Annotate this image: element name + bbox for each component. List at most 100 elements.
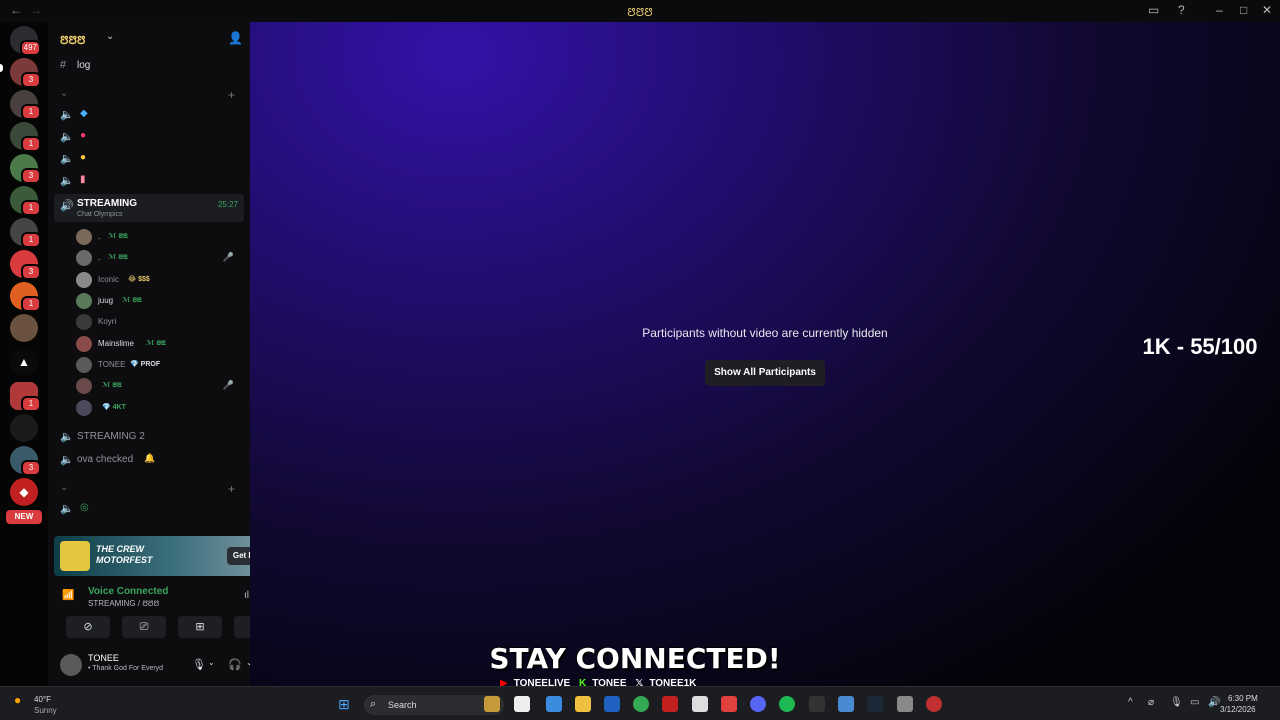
avatar [76,336,92,352]
taskbar-app-icon[interactable] [721,696,737,712]
headphones-icon[interactable]: 🎧 [228,658,242,671]
server-icon[interactable]: 1 [10,90,41,120]
voice-channel-label: STREAMING / ꢅꢅꢅ [88,599,160,608]
clock-time[interactable]: 6:30 PM [1228,694,1258,703]
taskbar-search[interactable]: ⌕ Search [364,695,504,715]
taskbar-app-icon[interactable] [838,696,854,712]
home-button[interactable]: 497 [10,26,41,56]
screen-share-icon[interactable]: ▭ [1148,3,1159,17]
server-icon[interactable]: 1 [10,218,41,248]
activities-icon: ⊞ [195,621,205,633]
channel-log[interactable]: # log [56,55,242,75]
server-icon[interactable]: 1 [10,382,41,412]
avatar[interactable] [60,654,82,676]
voice-channel[interactable]: 🔈 ◆ [56,104,242,124]
add-channel-icon[interactable]: + [228,482,235,496]
voice-member[interactable]: TONEE 💎 PROF [76,355,242,375]
mic-muted-icon: 🎤 [222,380,234,390]
volume-icon[interactable]: 🔊 [1208,697,1220,708]
voice-member[interactable]: Mainslime ℳ ꢂꢃ [76,334,242,354]
add-channel-icon[interactable]: + [228,88,235,102]
spotify-icon[interactable] [779,696,795,712]
category-collapse[interactable]: ⌄ [60,88,68,99]
voice-channel[interactable]: 🔈 ● [56,126,242,146]
screen-share-button[interactable]: ⎚ [122,616,166,638]
clock-date[interactable]: 3/12/2026 [1220,705,1256,714]
voice-channel-streaming[interactable]: 🔊 STREAMING Chat Olympics 25:27 [54,194,244,222]
voice-channel-streaming-2[interactable]: 🔈 STREAMING 2 [56,426,242,446]
category-collapse[interactable]: ⌄ [60,482,68,493]
mic-muted-icon: 🎤 [222,252,234,262]
server-icon[interactable]: 1 [10,122,41,152]
chrome-icon[interactable] [633,696,649,712]
display-icon[interactable]: ▭ [1190,697,1199,708]
voice-member[interactable]: juug ℳ ꢂꢃ [76,291,242,311]
voice-channel[interactable]: 🔈 ▮ [56,170,242,190]
chevron-down-icon[interactable]: ⌄ [208,658,215,667]
server-icon[interactable]: 1 [10,282,41,312]
windows-start-icon[interactable]: ⊞ [338,696,350,713]
settings-icon[interactable] [897,696,913,712]
diamond-icon: ◆ [80,108,88,119]
obs-icon[interactable] [926,696,942,712]
chevron-up-icon[interactable]: ^ [1128,697,1133,708]
taskbar-app-icon[interactable] [662,696,678,712]
weather-sun-icon[interactable]: ● [14,693,21,707]
server-icon[interactable] [10,314,38,342]
show-all-participants-button[interactable]: Show All Participants [705,360,825,386]
voice-member[interactable]: Koyri [76,312,242,332]
back-arrow-icon[interactable]: ← [10,3,22,17]
promo-brand: THE CREW MOTORFEST [96,544,153,565]
minimize-icon[interactable]: – [1216,3,1223,17]
voice-member[interactable]: Iconic 😂 $$$ [76,270,242,290]
help-icon[interactable]: ? [1178,3,1185,17]
forward-arrow-icon[interactable]: → [30,3,42,17]
mic-icon[interactable]: 🎙 [1170,697,1183,708]
taskbar-app-icon[interactable] [484,696,500,712]
taskbar-app-icon[interactable] [692,696,708,712]
voice-member[interactable]: 💎 4KT [76,398,242,418]
server-icon[interactable]: ◆ [10,478,38,506]
voice-member[interactable]: . ℳ ꢂꢃ [76,227,242,247]
server-icon[interactable]: 3 [10,154,41,184]
taskbar-app-icon[interactable] [604,696,620,712]
server-icon[interactable]: 3 [10,446,41,476]
microphone-icon[interactable]: 🎙 [192,658,206,671]
voice-member[interactable]: . ℳ ꢂꢃ 🎤 [76,248,242,268]
taskbar-app-icon[interactable] [514,696,530,712]
server-icon[interactable]: 3 [10,58,41,88]
close-icon[interactable]: ✕ [1262,3,1272,17]
server-icon[interactable]: 3 [10,250,41,280]
chevron-down-icon: ⌄ [106,31,115,42]
weather-condition[interactable]: Sunny [34,706,57,715]
weather-temp[interactable]: 40°F [34,695,51,704]
server-icon[interactable]: 1 [10,186,41,216]
network-icon[interactable]: ⌀ [1148,697,1154,708]
channel-sidebar: ꢅꢅꢅ ⌄ 👤 # log ⌄ + 🔈 ◆ 🔈 ● 🔈 ● 🔈 ▮ 🔊 STRE… [48,22,292,686]
voice-connected-label[interactable]: Voice Connected [88,586,168,597]
voice-member[interactable]: ℳ ꢂꢃ 🎤 [76,376,242,396]
activities-button[interactable]: ⊞ [178,616,222,638]
avatar [76,378,92,394]
signal-icon[interactable]: 📶 [62,590,74,601]
steam-icon[interactable] [867,696,883,712]
emoji-icon: ▮ [80,174,86,185]
discord-icon[interactable] [750,696,766,712]
voice-channel[interactable]: 🔈 ● [56,148,242,168]
camera-button[interactable]: ⊘ [66,616,110,638]
maximize-icon[interactable]: □ [1240,3,1247,17]
server-icon[interactable]: ▲ [10,348,38,376]
user-name[interactable]: TONEE [88,653,119,663]
avatar [76,272,92,288]
invite-icon[interactable]: 👤 [228,31,243,45]
taskbar-app-icon[interactable] [546,696,562,712]
server-icon[interactable] [10,414,38,442]
voice-channel[interactable]: 🔈 ◎ [56,498,242,518]
speaker-icon: 🔈 [60,109,74,121]
new-badge[interactable]: NEW [6,510,42,524]
file-explorer-icon[interactable] [575,696,591,712]
speaker-icon: 🔈 [60,503,74,515]
taskbar-app-icon[interactable] [809,696,825,712]
voice-channel-ova[interactable]: 🔈 ova checked 🔔 [56,449,242,469]
server-header[interactable]: ꢅꢅꢅ ⌄ 👤 [48,22,250,54]
